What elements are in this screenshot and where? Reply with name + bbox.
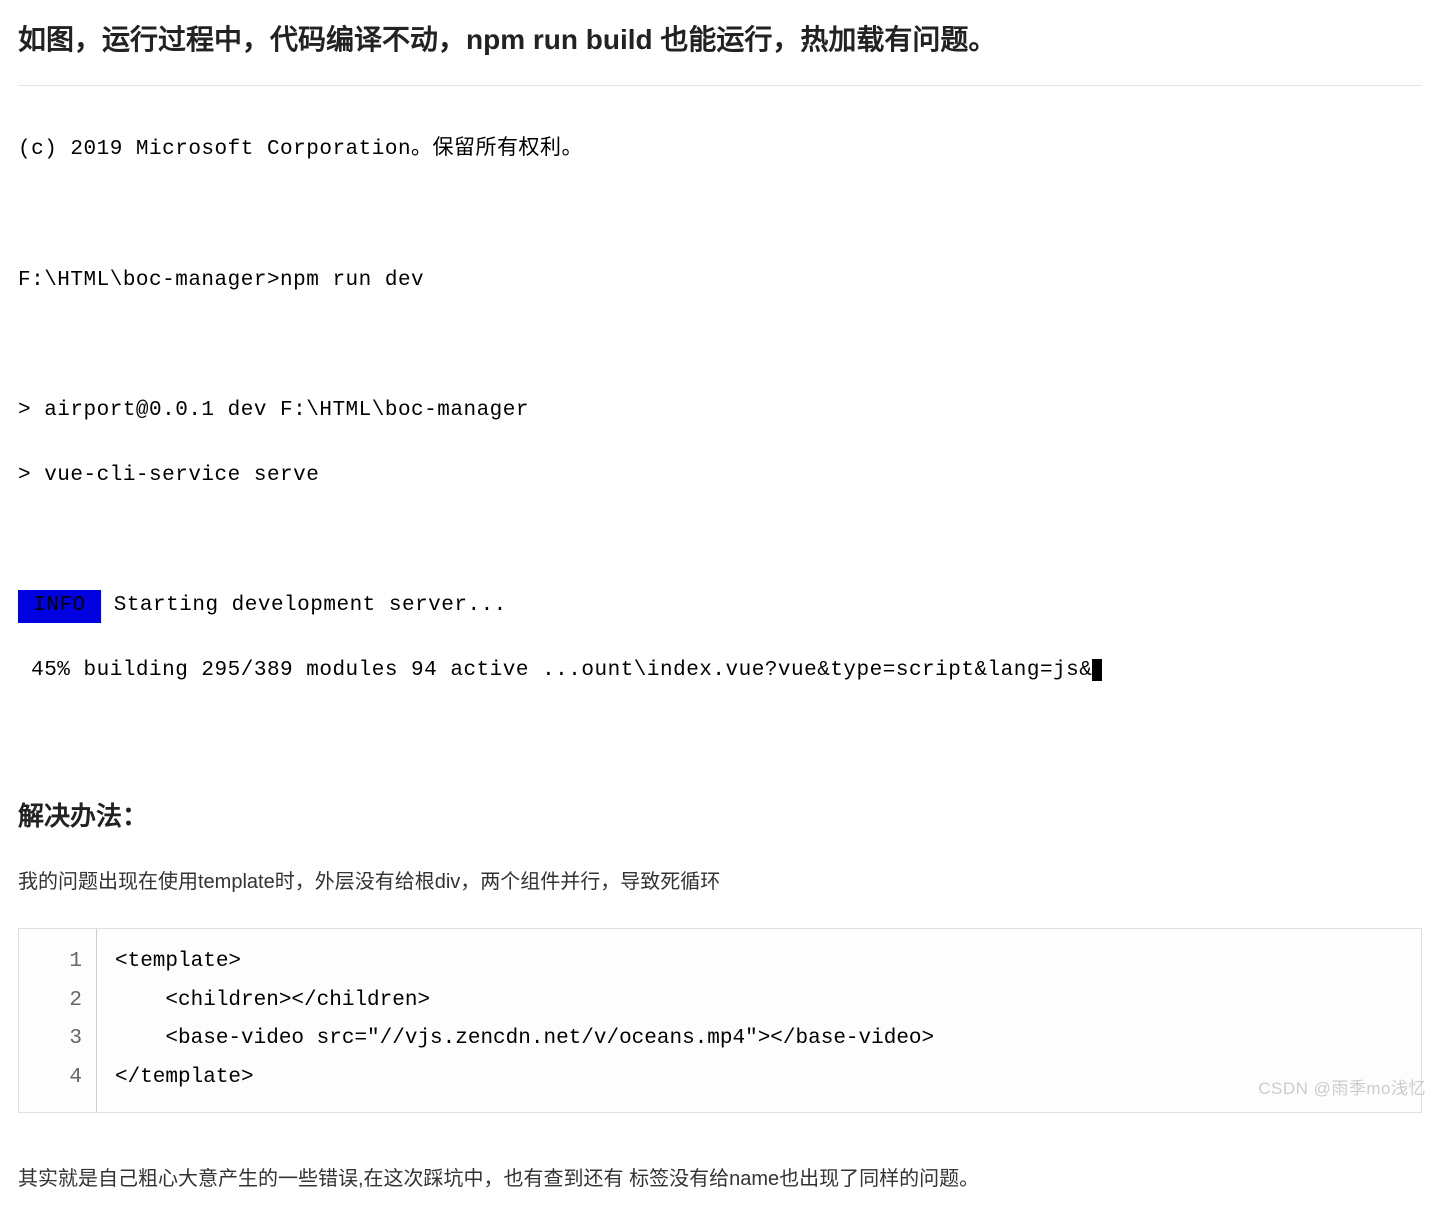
watermark: CSDN @雨季mo浅忆 [1258, 1075, 1426, 1102]
code-line: </template> [115, 1059, 1407, 1098]
solution-description: 我的问题出现在使用template时，外层没有给根div，两个组件并行，导致死循… [18, 864, 1422, 900]
code-line: <base-video src="//vjs.zencdn.net/v/ocea… [115, 1020, 1407, 1059]
terminal-output: (c) 2019 Microsoft Corporation。保留所有权利。 F… [18, 85, 1422, 760]
terminal-prompt: F:\HTML\boc-manager>npm run dev [18, 265, 1422, 298]
code-block: 1 2 3 4 <template> <children></children>… [18, 928, 1422, 1113]
line-number: 4 [19, 1059, 96, 1098]
solution-heading: 解决办法： [18, 796, 1422, 838]
cursor-icon [1092, 659, 1102, 681]
line-number: 1 [19, 943, 96, 982]
terminal-script-line2: > vue-cli-service serve [18, 460, 1422, 493]
code-content: <template> <children></children> <base-v… [97, 929, 1421, 1112]
info-text: Starting development server... [101, 594, 507, 617]
info-badge: INFO [18, 590, 101, 623]
code-line: <children></children> [115, 982, 1407, 1021]
line-number: 3 [19, 1020, 96, 1059]
terminal-copyright: (c) 2019 Microsoft Corporation。保留所有权利。 [18, 134, 1422, 167]
terminal-script-line1: > airport@0.0.1 dev F:\HTML\boc-manager [18, 395, 1422, 428]
build-progress-text: 45% building 295/389 modules 94 active .… [18, 659, 1092, 682]
closing-paragraph: 其实就是自己粗心大意产生的一些错误,在这次踩坑中，也有查到还有 标签没有给nam… [18, 1161, 1422, 1197]
article-title: 如图，运行过程中，代码编译不动，npm run build 也能运行，热加载有问… [18, 18, 1422, 63]
line-number: 2 [19, 982, 96, 1021]
code-line: <template> [115, 943, 1407, 982]
line-numbers: 1 2 3 4 [19, 929, 97, 1112]
